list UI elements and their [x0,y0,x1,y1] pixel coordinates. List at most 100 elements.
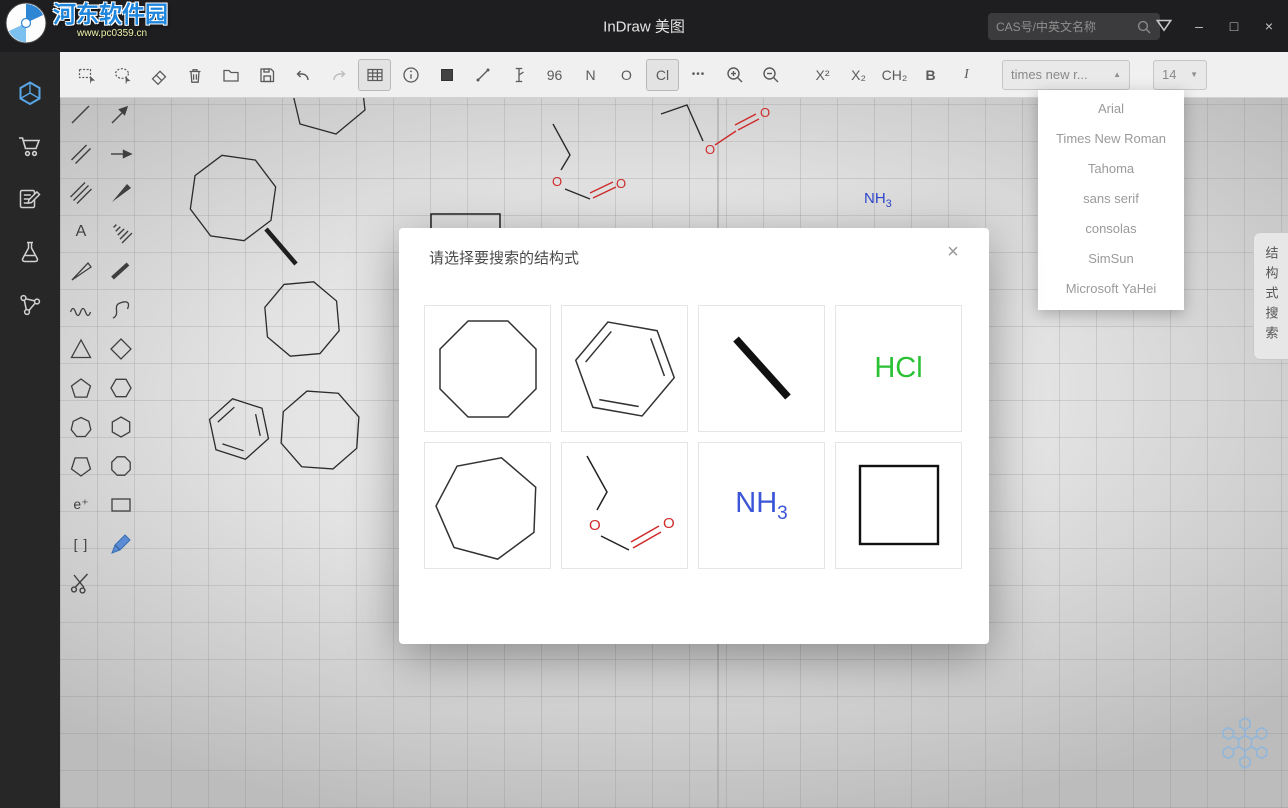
bold-button[interactable]: B [914,59,947,91]
font-option-tahoma[interactable]: Tahoma [1038,154,1184,184]
info-tool[interactable] [394,59,427,91]
redo-tool[interactable] [322,59,355,91]
canvas-nh3-label[interactable]: NH3 [864,190,892,210]
dialog-title: 请选择要搜索的结构式 [429,247,579,268]
font-option-simsun[interactable]: SimSun [1038,244,1184,274]
ch2-button[interactable]: CH₂ [878,59,911,91]
canvas-octagon-2[interactable] [263,280,341,358]
minimize-button[interactable]: – [1188,15,1210,37]
hash-bond-tool[interactable] [106,218,136,245]
svg-text:O: O [616,176,626,191]
card-single-bond[interactable] [698,305,825,432]
store-cart-icon[interactable] [17,133,43,159]
pentagon-alt-ring-tool[interactable] [66,452,96,479]
subscript-button[interactable]: X₂ [842,59,875,91]
font-family-select[interactable]: times new r... ▲ [1002,60,1130,90]
font-option-sans-serif[interactable]: sans serif [1038,184,1184,214]
card-octagon[interactable] [424,305,551,432]
app-window: InDraw 美图 – □ × 河东软件园 www.pc0359.cn [0,0,1288,808]
save-tool[interactable] [250,59,283,91]
structure-search-tab[interactable]: 结构式搜索 [1253,232,1288,360]
svg-text:O: O [552,174,562,189]
zoom-in-tool[interactable] [718,59,751,91]
scissors-tool[interactable] [66,569,96,596]
heptagon-ring-tool[interactable] [66,413,96,440]
bond-length-tool[interactable] [502,59,535,91]
app-title: InDraw 美图 [603,16,685,37]
hollow-wedge-tool[interactable] [66,257,96,284]
svg-text:O: O [760,105,770,120]
palette-empty-cell [106,569,136,596]
card-square[interactable] [835,442,962,569]
triple-bond-tool[interactable] [66,179,96,206]
wavy-bond-tool[interactable] [66,296,96,323]
hexagon-alt-ring-tool[interactable] [106,413,136,440]
canvas-ester-1[interactable]: O O [552,124,626,199]
rect-select-tool[interactable] [70,59,103,91]
curve-arrow-tool[interactable] [106,296,136,323]
text-tool[interactable]: A [66,218,96,245]
font-option-consolas[interactable]: consolas [1038,214,1184,244]
font-option-arial[interactable]: Arial [1038,94,1184,124]
bond-angle-tool[interactable] [466,59,499,91]
undo-tool[interactable] [286,59,319,91]
open-file-tool[interactable] [214,59,247,91]
wedge-bond-tool[interactable] [106,179,136,206]
charge-tool[interactable]: e⁺ [66,491,96,518]
zoom-out-tool[interactable] [754,59,787,91]
color-swatch-tool[interactable] [430,59,463,91]
indraw-snowflake-logo-icon [1216,714,1274,772]
delete-tool[interactable] [178,59,211,91]
single-bond-tool[interactable] [66,101,96,128]
search-box[interactable] [988,13,1160,40]
canvas-benzene[interactable] [201,394,277,464]
flask-icon[interactable] [17,239,43,265]
atom-o-button[interactable]: O [610,59,643,91]
canvas-ester-2[interactable]: O O [661,105,770,157]
filter-icon[interactable] [1153,15,1175,37]
edit-note-icon[interactable] [17,186,43,212]
superscript-button[interactable]: X² [806,59,839,91]
search-input[interactable] [996,20,1136,34]
close-button[interactable]: × [1258,15,1280,37]
diamond-ring-tool[interactable] [106,335,136,362]
canvas-bold-bond[interactable] [266,229,296,264]
font-option-times[interactable]: Times New Roman [1038,124,1184,154]
double-bond-tool[interactable] [66,140,96,167]
lasso-select-tool[interactable] [106,59,139,91]
triangle-ring-tool[interactable] [66,335,96,362]
canvas-partial-ring[interactable] [291,98,365,134]
card-heptagon[interactable] [424,442,551,569]
pentagon-ring-tool[interactable] [66,374,96,401]
eraser-tool[interactable] [142,59,175,91]
app-logo-icon[interactable] [17,80,43,106]
atom-n-button[interactable]: N [574,59,607,91]
atom-cl-button[interactable]: Cl [646,59,679,91]
font-option-yahei[interactable]: Microsoft YaHei [1038,274,1184,304]
more-atoms-button[interactable]: ••• [682,59,715,91]
rectangle-tool[interactable] [106,491,136,518]
molecule-share-icon[interactable] [17,292,43,318]
card-nh3[interactable]: NH3 [698,442,825,569]
maximize-button[interactable]: □ [1223,15,1245,37]
font-size-select[interactable]: 14 ▼ [1153,60,1207,90]
bond-arrow-tool[interactable] [106,101,136,128]
italic-button[interactable]: I [950,59,983,91]
pen-tool[interactable] [106,530,136,557]
hexagon-ring-tool[interactable] [106,374,136,401]
font-family-value: times new r... [1011,67,1088,82]
site-watermark: 河东软件园 www.pc0359.cn [4,1,168,45]
dialog-close-button[interactable]: × [941,240,965,264]
bracket-tool[interactable]: [ ] [66,530,96,557]
card-ester[interactable]: O O [561,442,688,569]
canvas-octagon-3[interactable] [280,390,361,471]
tool-palette: A [66,101,136,596]
card-benzene[interactable] [561,305,688,432]
octagon-ring-tool[interactable] [106,452,136,479]
bold-bond-tool[interactable] [106,257,136,284]
card-hcl[interactable]: HCl [835,305,962,432]
arrow-tool[interactable] [106,140,136,167]
atom-96-button[interactable]: 96 [538,59,571,91]
font-size-value: 14 [1162,67,1176,82]
grid-tool[interactable] [358,59,391,91]
